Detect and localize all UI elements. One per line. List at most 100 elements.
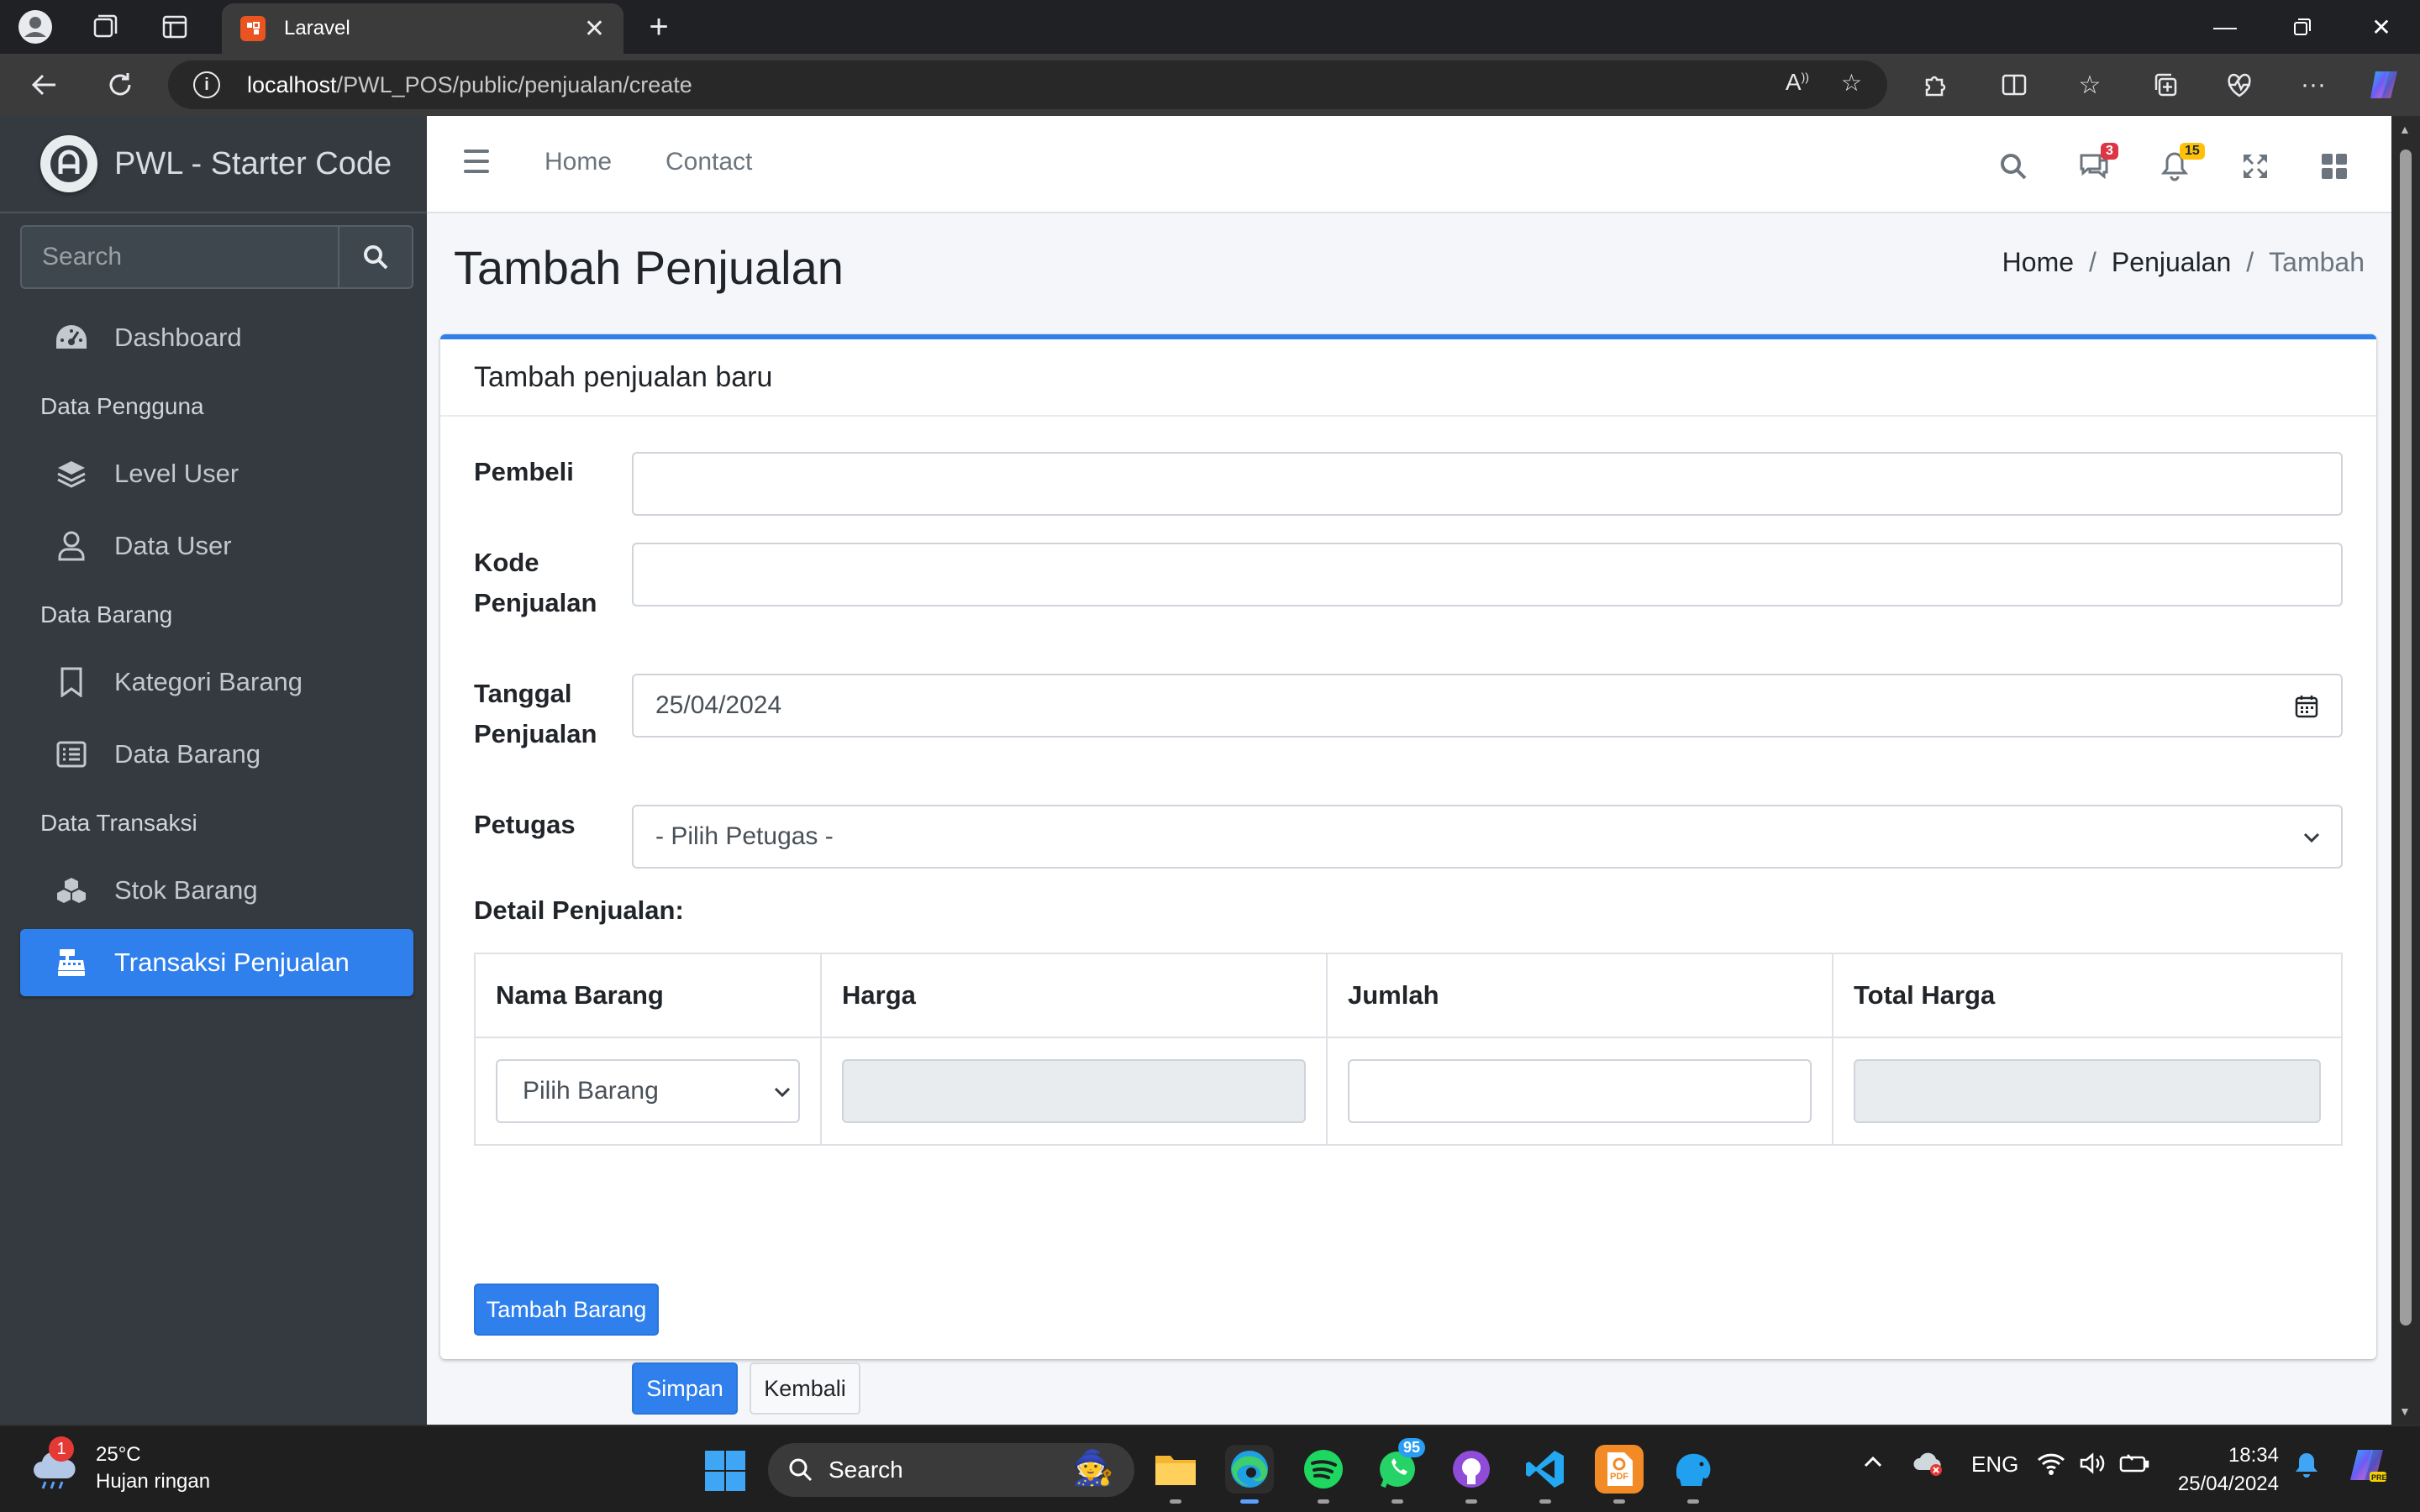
kode-penjualan-input[interactable] — [632, 543, 2343, 606]
search-highlight-icon: 🧙 — [1072, 1450, 1114, 1487]
add-item-button[interactable]: Tambah Barang — [474, 1284, 659, 1336]
sidebar-item-kategori-barang[interactable]: Kategori Barang — [20, 648, 413, 716]
volume-icon[interactable] — [2079, 1452, 2106, 1481]
top-navbar: Home Contact 3 15 — [427, 116, 2391, 213]
url-path: /PWL_POS/public/penjualan/create — [336, 71, 692, 97]
tanggal-penjualan-label: Tanggal Penjualan — [474, 674, 597, 754]
file-explorer-icon[interactable] — [1151, 1445, 1200, 1504]
copilot-taskbar-icon[interactable]: PRE — [2348, 1445, 2388, 1491]
wifi-icon[interactable] — [2037, 1452, 2065, 1481]
user-icon — [54, 528, 89, 564]
spotify-icon[interactable] — [1299, 1445, 1348, 1504]
nav-link-home[interactable]: Home — [544, 148, 612, 176]
navbar-search-icon[interactable] — [1995, 148, 2032, 185]
back-button[interactable]: Kembali — [750, 1362, 860, 1415]
restore-icon[interactable] — [2282, 7, 2323, 47]
scroll-down-icon[interactable]: ▼ — [2399, 1404, 2411, 1418]
tanggal-penjualan-input[interactable]: 25/04/2024 — [632, 674, 2343, 738]
sidebar: PWL - Starter Code Search Dashboard Data… — [0, 116, 427, 1425]
tab-close-icon[interactable]: ✕ — [584, 14, 605, 44]
favorite-star-icon[interactable]: ☆ — [1841, 69, 1862, 97]
tab-title: Laravel — [284, 17, 350, 39]
chevron-down-icon — [771, 1081, 793, 1110]
sidebar-item-stok-barang[interactable]: Stok Barang — [20, 857, 413, 924]
nav-header-data-barang: Data Barang — [40, 601, 173, 627]
sidebar-search-button[interactable] — [338, 225, 413, 289]
brand-link[interactable]: PWL - Starter Code — [0, 116, 427, 213]
system-clock[interactable]: 18:34 25/04/2024 — [2178, 1441, 2279, 1499]
database-app-icon[interactable] — [1669, 1445, 1718, 1504]
copilot-icon[interactable] — [2365, 66, 2403, 104]
scroll-up-icon[interactable]: ▲ — [2399, 123, 2411, 136]
minimize-icon[interactable]: — — [2205, 7, 2245, 47]
window-close-icon[interactable]: ✕ — [2361, 7, 2402, 47]
taskbar-search[interactable]: Search 🧙 — [768, 1443, 1134, 1497]
browser-essentials-icon[interactable] — [2220, 66, 2259, 104]
hamburger-menu-icon[interactable] — [464, 150, 489, 173]
tab-actions-icon[interactable] — [156, 8, 193, 45]
control-sidebar-grid-icon[interactable] — [2316, 148, 2353, 185]
nav-link-contact[interactable]: Contact — [666, 148, 752, 176]
collections-icon[interactable] — [2146, 66, 2185, 104]
barang-select[interactable]: Pilih Barang — [496, 1059, 800, 1123]
read-aloud-icon[interactable]: A)) — [1786, 69, 1809, 97]
notifications-bell-icon[interactable]: 15 — [2156, 143, 2205, 185]
breadcrumb-home[interactable]: Home — [2002, 247, 2074, 278]
vscode-icon[interactable] — [1521, 1445, 1570, 1504]
dashboard-gauge-icon — [54, 320, 89, 355]
sidebar-item-label: Transaksi Penjualan — [114, 948, 350, 977]
whatsapp-icon[interactable]: 95 — [1373, 1438, 1426, 1504]
sidebar-item-data-barang[interactable]: Data Barang — [20, 721, 413, 788]
github-icon[interactable] — [1447, 1445, 1496, 1504]
tanggal-penjualan-label-line2: Penjualan — [474, 719, 597, 748]
more-options-icon[interactable]: ··· — [2294, 66, 2333, 104]
edge-browser-icon[interactable] — [1225, 1445, 1274, 1504]
card-title: Tambah penjualan baru — [440, 339, 2376, 417]
breadcrumb-penjualan[interactable]: Penjualan — [2112, 247, 2231, 278]
tanggal-value: 25/04/2024 — [655, 691, 782, 719]
workspaces-icon[interactable] — [86, 8, 123, 45]
refresh-icon[interactable] — [101, 66, 139, 104]
col-jumlah: Jumlah — [1326, 953, 1833, 1038]
back-icon[interactable] — [25, 66, 64, 104]
sidebar-item-dashboard[interactable]: Dashboard — [20, 304, 413, 371]
sidebar-item-level-user[interactable]: Level User — [20, 440, 413, 507]
pdf-app-icon[interactable]: PDF — [1595, 1445, 1644, 1504]
breadcrumb-separator: / — [2089, 247, 2096, 277]
messages-icon[interactable]: 3 — [2075, 143, 2118, 185]
detail-table: Nama Barang Harga Jumlah Total Harga Pil… — [474, 953, 2343, 1146]
weather-widget[interactable]: 1 25°C Hujan ringan — [30, 1436, 210, 1495]
tray-overflow-chevron-icon[interactable] — [1862, 1452, 1884, 1479]
sidebar-item-label: Data User — [114, 531, 232, 560]
sidebar-search-input[interactable]: Search — [20, 225, 338, 289]
sidebar-item-data-user[interactable]: Data User — [20, 512, 413, 580]
page-scrollbar[interactable]: ▲ ▼ — [2391, 116, 2420, 1425]
kode-penjualan-label-line2: Penjualan — [474, 588, 597, 617]
site-info-icon[interactable]: i — [193, 71, 220, 98]
fullscreen-icon[interactable] — [2237, 148, 2274, 185]
save-button[interactable]: Simpan — [632, 1362, 738, 1415]
jumlah-input[interactable] — [1348, 1059, 1812, 1123]
favorites-icon[interactable]: ☆ — [2070, 66, 2109, 104]
sidebar-item-transaksi-penjualan[interactable]: Transaksi Penjualan — [20, 929, 413, 996]
scrollbar-thumb[interactable] — [2400, 150, 2412, 1326]
notification-bell-icon[interactable] — [2294, 1452, 2319, 1484]
clock-time: 18:34 — [2228, 1444, 2279, 1467]
url-field[interactable]: i localhost/PWL_POS/public/penjualan/cre… — [168, 60, 1887, 109]
form-card: Tambah penjualan baru Pembeli Kode Penju… — [440, 334, 2376, 1415]
pembeli-input[interactable] — [632, 452, 2343, 516]
profile-icon[interactable] — [17, 8, 54, 45]
language-indicator[interactable]: ENG — [1971, 1452, 2018, 1478]
windows-start-icon[interactable] — [704, 1450, 746, 1496]
extensions-icon[interactable] — [1916, 66, 1954, 104]
new-tab-icon[interactable]: + — [640, 8, 677, 45]
split-screen-icon[interactable] — [1995, 66, 2033, 104]
layers-icon — [54, 456, 89, 491]
calendar-icon[interactable] — [2294, 694, 2319, 726]
browser-tab-bar: Laravel ✕ + — ✕ — [0, 0, 2420, 54]
browser-tab[interactable]: Laravel ✕ — [222, 3, 623, 54]
onedrive-error-icon[interactable] — [1912, 1452, 1944, 1483]
tanggal-penjualan-label-line1: Tanggal — [474, 679, 572, 708]
battery-icon[interactable] — [2119, 1452, 2149, 1481]
petugas-select[interactable]: - Pilih Petugas - — [632, 805, 2343, 869]
